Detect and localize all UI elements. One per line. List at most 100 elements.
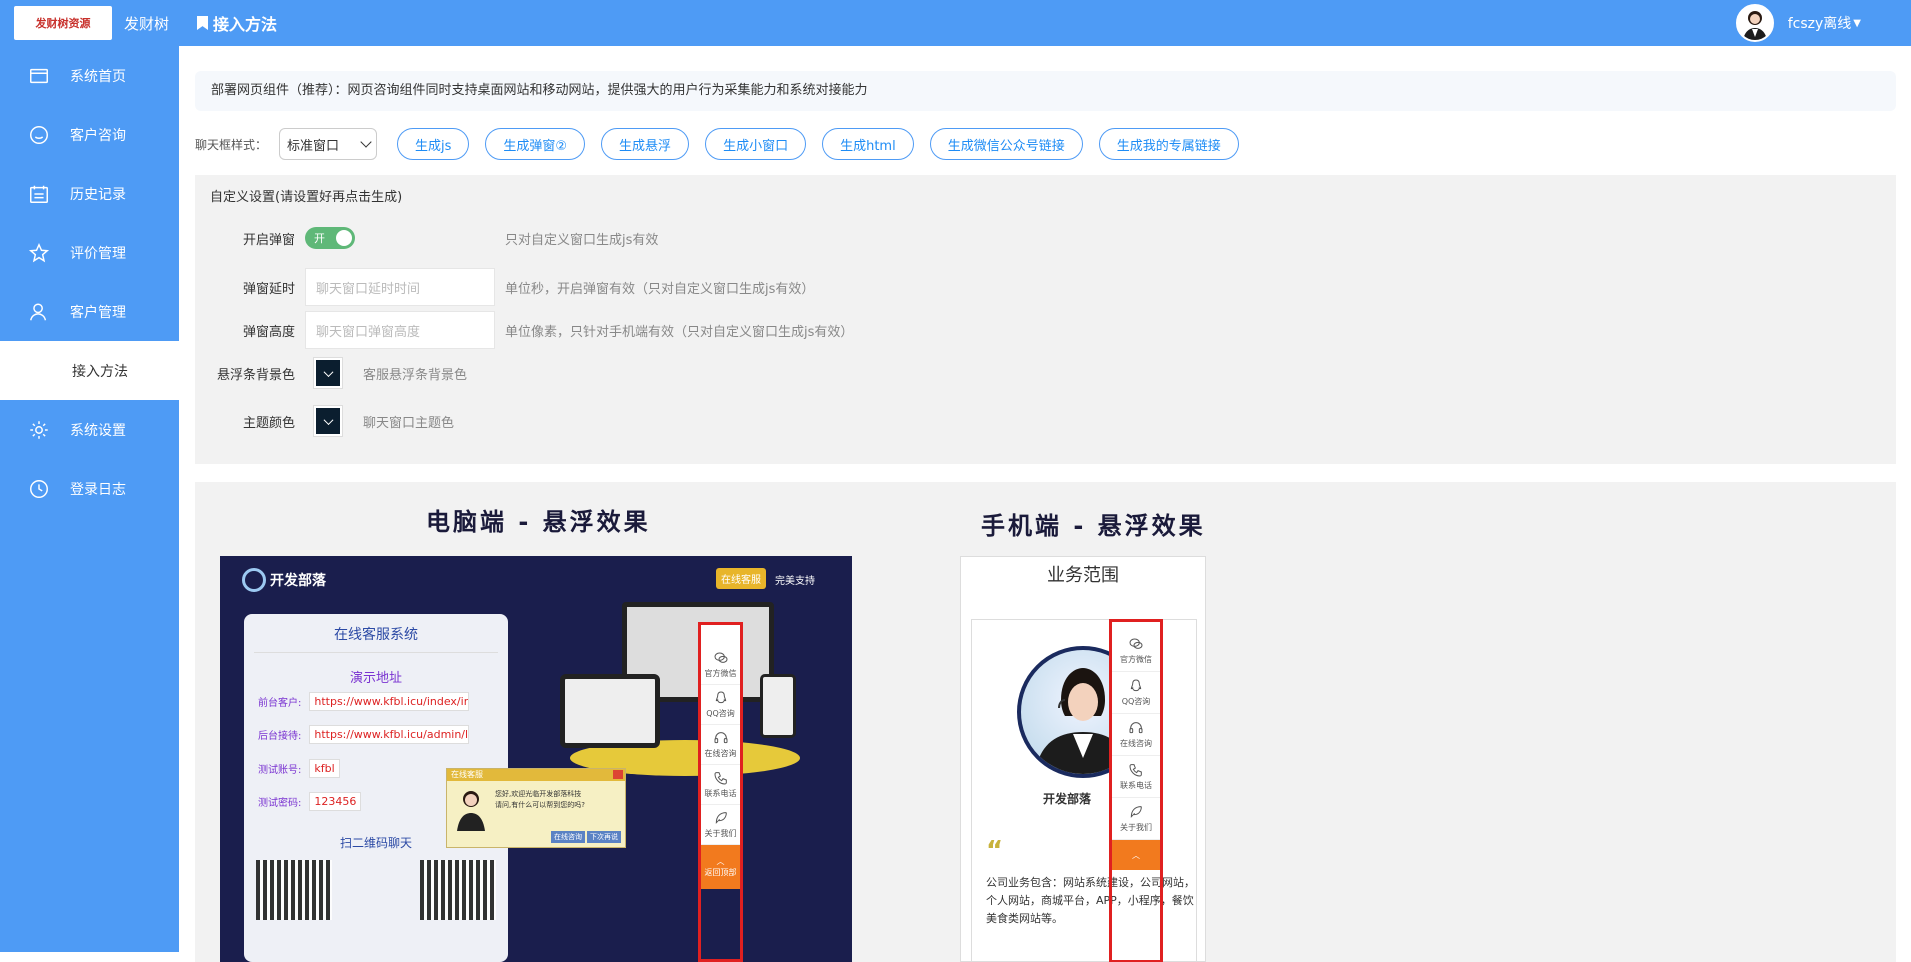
bookmark-icon (197, 16, 208, 30)
generate-toolbar: 聊天框样式： 标准窗口 生成js 生成弹窗② 生成悬浮 生成小窗口 生成html… (195, 127, 1239, 161)
sidebar-item-label: 客户管理 (70, 302, 126, 322)
sidebar-item-customers[interactable]: 客户管理 (0, 282, 179, 341)
float-top-label: 返回顶部 (705, 867, 737, 878)
page-title-text: 接入方法 (213, 11, 277, 35)
phone-icon (1128, 762, 1144, 778)
float-item-label: 关于我们 (705, 828, 737, 839)
topbar: 接入方法 fcszy离线 ▼ (179, 0, 1911, 46)
page-title: 接入方法 (197, 11, 277, 35)
sidebar-item-consult[interactable]: 客户咨询 (0, 105, 179, 164)
avatar (1736, 4, 1774, 42)
height-hint: 单位像素，只针对手机端有效（只对自定义窗口生成js有效） (505, 321, 853, 340)
generate-small-window-button[interactable]: 生成小窗口 (705, 128, 806, 160)
sidebar: 发财树资源 发财树 系统首页 客户咨询 历史记录 评价管理 客户管理 接入方法 … (0, 0, 179, 952)
float-bg-row: 悬浮条背景色 客服悬浮条背景色 (195, 357, 467, 389)
sidebar-item-rating[interactable]: 评价管理 (0, 223, 179, 282)
sidebar-item-access[interactable]: 接入方法 (0, 341, 179, 400)
popup-row: 开启弹窗 开 只对自定义窗口生成js有效 (195, 227, 658, 249)
quote-icon: “ (986, 836, 1003, 866)
generate-float-button[interactable]: 生成悬浮 (601, 128, 689, 160)
sidebar-item-label: 评价管理 (70, 243, 126, 263)
float-item-label: 在线咨询 (1120, 738, 1152, 749)
theme-row: 主题颜色 聊天窗口主题色 (195, 405, 454, 437)
agent-avatar (453, 787, 489, 831)
theme-color-picker[interactable] (313, 405, 343, 437)
generate-popup-button[interactable]: 生成弹窗② (485, 128, 585, 160)
chevron-down-icon (323, 367, 333, 377)
account-value: kfbl (309, 759, 339, 778)
chevron-up-icon: ︿ (717, 856, 725, 867)
qq-icon (713, 690, 729, 706)
front-row: 前台客户:https://www.kfbl.icu/index/inc (258, 692, 469, 711)
delay-input[interactable]: 聊天窗口延时时间 (305, 268, 495, 306)
password-label: 测试密码: (258, 794, 301, 809)
custom-settings-panel: 自定义设置(请设置好再点击生成) 开启弹窗 开 只对自定义窗口生成js有效 弹窗… (195, 175, 1896, 464)
wechat-icon (713, 650, 729, 666)
float-item-label: 关于我们 (1120, 822, 1152, 833)
logo[interactable]: 发财树资源 (14, 6, 112, 40)
pc-logo-text: 开发部落 (270, 570, 326, 590)
float-bg-hint: 客服悬浮条背景色 (363, 364, 467, 383)
height-row: 弹窗高度 聊天窗口弹窗高度 单位像素，只针对手机端有效（只对自定义窗口生成js有… (195, 311, 853, 349)
generate-wechat-link-button[interactable]: 生成微信公众号链接 (930, 128, 1083, 160)
sidebar-item-history[interactable]: 历史记录 (0, 164, 179, 223)
feather-icon (1128, 804, 1144, 820)
feather-icon (713, 810, 729, 826)
back-url: https://www.kfbl.icu/admin/lc (309, 725, 469, 744)
password-value: 123456 (309, 792, 361, 811)
generate-js-button[interactable]: 生成js (397, 128, 469, 160)
float-item-label: 在线咨询 (705, 748, 737, 759)
sidebar-item-label: 接入方法 (72, 361, 128, 381)
float-item-label: 官方微信 (1120, 654, 1152, 665)
logo-ring-icon (242, 568, 266, 592)
username: fcszy离线 (1788, 13, 1852, 33)
dialog-title: 在线客服 (451, 770, 483, 779)
sidebar-item-home[interactable]: 系统首页 (0, 46, 179, 105)
color-swatch (316, 408, 340, 434)
chevron-down-icon (360, 136, 371, 147)
chevron-down-icon (323, 415, 333, 425)
height-input[interactable]: 聊天窗口弹窗高度 (305, 311, 495, 349)
float-item-wechat: 官方微信 (701, 645, 740, 685)
pc-tab-other: 完美支持 (775, 572, 815, 587)
dialog-text: 您好,欢迎光临开发部落科技请问,有什么可以帮到您的吗? (495, 789, 585, 811)
qq-icon (1128, 678, 1144, 694)
float-item-label: QQ咨询 (706, 708, 735, 719)
user-icon (28, 301, 50, 323)
chat-style-select[interactable]: 标准窗口 (279, 128, 377, 160)
brand-name: 发财树 (124, 13, 169, 34)
float-item-phone: 联系电话 (1112, 756, 1160, 798)
float-item-online: 在线咨询 (701, 725, 740, 765)
float-item-qq: QQ咨询 (701, 685, 740, 725)
sidebar-item-login-log[interactable]: 登录日志 (0, 459, 179, 518)
popup-toggle[interactable]: 开 (305, 227, 355, 249)
dialog-text-line: 您好,欢迎光临开发部落科技 (495, 789, 585, 800)
float-bg-color-picker[interactable] (313, 357, 343, 389)
float-back-top: ︿ (1112, 840, 1160, 870)
pc-preview-image: 开发部落 在线客服 完美支持 在线客服系统 演示地址 前台客户:https://… (220, 556, 852, 962)
star-icon (28, 242, 50, 264)
float-item-phone: 联系电话 (701, 765, 740, 805)
chat-bubble-icon (28, 124, 50, 146)
brand: 发财树资源 发财树 (0, 0, 179, 46)
dialog-text-line: 请问,有什么可以帮到您的吗? (495, 800, 585, 811)
demo-card-title: 在线客服系统 (244, 624, 508, 644)
generate-html-button[interactable]: 生成html (822, 128, 914, 160)
delay-row: 弹窗延时 聊天窗口延时时间 单位秒，开启弹窗有效（只对自定义窗口生成js有效） (195, 268, 814, 306)
float-item-label: 官方微信 (705, 668, 737, 679)
qr-code (256, 860, 332, 920)
dialog-later-button: 下次再说 (587, 831, 621, 843)
generate-personal-link-button[interactable]: 生成我的专属链接 (1099, 128, 1239, 160)
front-label: 前台客户: (258, 694, 301, 709)
delay-label: 弹窗延时 (195, 278, 295, 297)
sidebar-item-label: 登录日志 (70, 479, 126, 499)
toggle-text: 开 (314, 230, 325, 246)
sidebar-item-label: 历史记录 (70, 184, 126, 204)
chat-popup-dialog: 在线客服 您好,欢迎光临开发部落科技请问,有什么可以帮到您的吗? 在线咨询下次再… (446, 768, 626, 848)
sidebar-item-settings[interactable]: 系统设置 (0, 400, 179, 459)
close-icon (613, 770, 623, 779)
sidebar-item-label: 系统首页 (70, 66, 126, 86)
user-menu[interactable]: fcszy离线 ▼ (1736, 4, 1861, 42)
pc-logo: 开发部落 (242, 568, 326, 592)
tablet-shape (560, 674, 660, 748)
